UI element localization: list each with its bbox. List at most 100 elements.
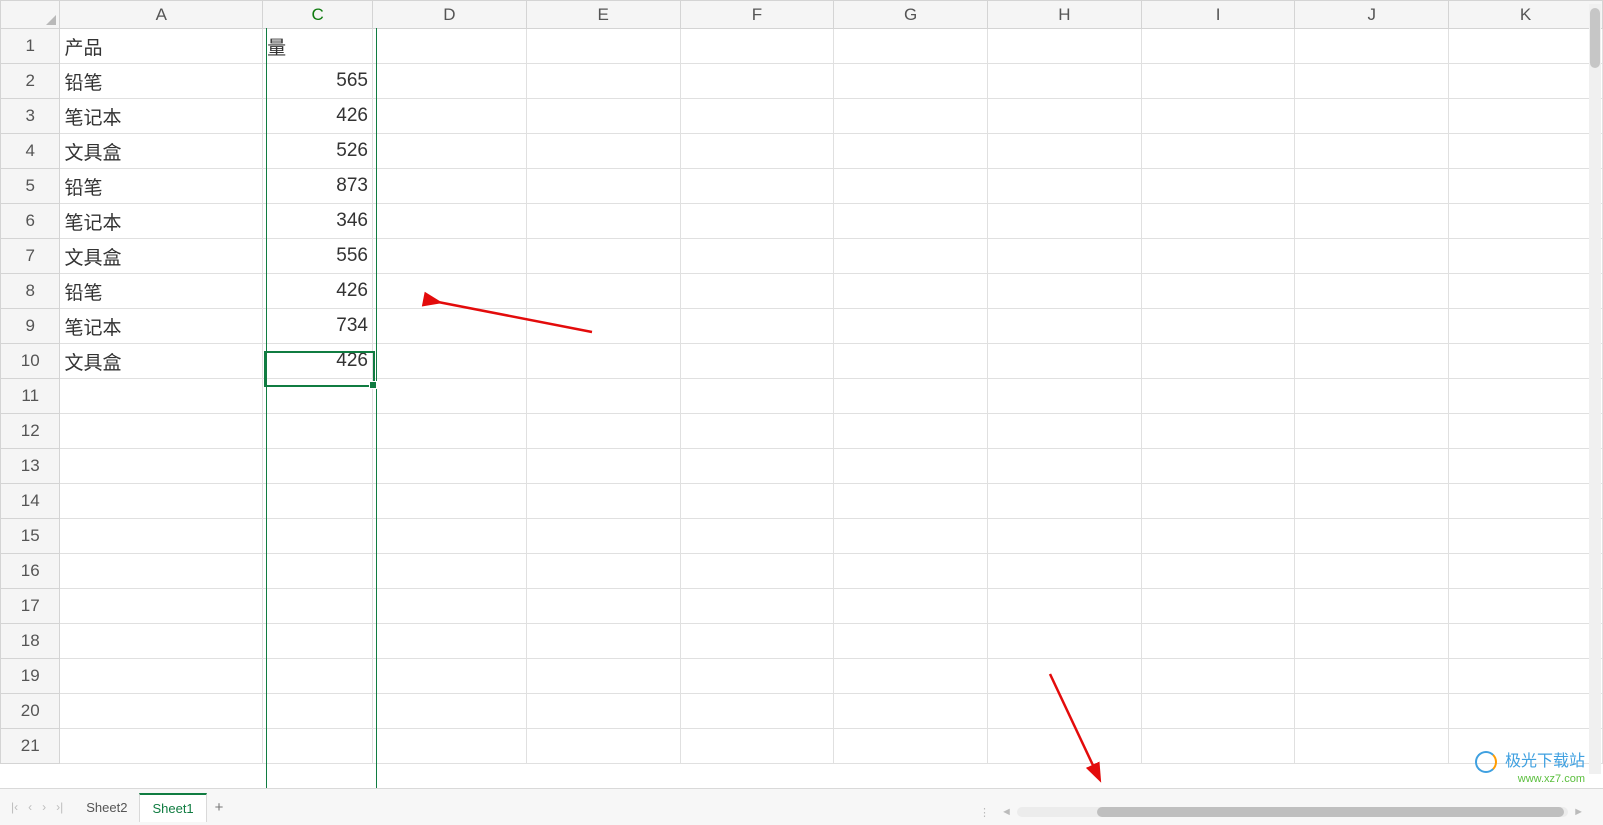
cell-I16[interactable] xyxy=(1141,554,1295,589)
cell-F19[interactable] xyxy=(680,659,834,694)
cell-E10[interactable] xyxy=(526,344,680,379)
row-head-20[interactable]: 20 xyxy=(1,694,60,729)
cell-D3[interactable] xyxy=(373,99,527,134)
cell-K11[interactable] xyxy=(1449,379,1603,414)
col-head-F[interactable]: F xyxy=(680,1,834,29)
col-head-K[interactable]: K xyxy=(1449,1,1603,29)
cell-C3[interactable]: 426 xyxy=(263,99,373,134)
cell-D18[interactable] xyxy=(373,624,527,659)
cell-F15[interactable] xyxy=(680,519,834,554)
cell-K5[interactable] xyxy=(1449,169,1603,204)
cell-H1[interactable] xyxy=(988,29,1142,64)
row-head-1[interactable]: 1 xyxy=(1,29,60,64)
vertical-scroll-thumb[interactable] xyxy=(1590,8,1600,68)
cell-C11[interactable] xyxy=(263,379,373,414)
cell-F21[interactable] xyxy=(680,729,834,764)
cell-E14[interactable] xyxy=(526,484,680,519)
cell-G14[interactable] xyxy=(834,484,988,519)
cell-F9[interactable] xyxy=(680,309,834,344)
cell-K14[interactable] xyxy=(1449,484,1603,519)
cell-H20[interactable] xyxy=(988,694,1142,729)
vertical-scrollbar[interactable] xyxy=(1589,4,1601,774)
row-head-13[interactable]: 13 xyxy=(1,449,60,484)
cell-E2[interactable] xyxy=(526,64,680,99)
cell-G2[interactable] xyxy=(834,64,988,99)
cell-F16[interactable] xyxy=(680,554,834,589)
cell-D10[interactable] xyxy=(373,344,527,379)
cell-J14[interactable] xyxy=(1295,484,1449,519)
cell-J19[interactable] xyxy=(1295,659,1449,694)
cell-K1[interactable] xyxy=(1449,29,1603,64)
row-head-17[interactable]: 17 xyxy=(1,589,60,624)
cell-K16[interactable] xyxy=(1449,554,1603,589)
cell-C12[interactable] xyxy=(263,414,373,449)
row-head-12[interactable]: 12 xyxy=(1,414,60,449)
cell-C18[interactable] xyxy=(263,624,373,659)
tab-sheet2[interactable]: Sheet2 xyxy=(74,794,139,821)
cell-C6[interactable]: 346 xyxy=(263,204,373,239)
row-head-16[interactable]: 16 xyxy=(1,554,60,589)
cell-E15[interactable] xyxy=(526,519,680,554)
cell-J3[interactable] xyxy=(1295,99,1449,134)
cell-K18[interactable] xyxy=(1449,624,1603,659)
cell-G9[interactable] xyxy=(834,309,988,344)
cell-H14[interactable] xyxy=(988,484,1142,519)
cell-E9[interactable] xyxy=(526,309,680,344)
cell-G10[interactable] xyxy=(834,344,988,379)
cell-A6[interactable]: 笔记本 xyxy=(60,204,263,239)
cell-I21[interactable] xyxy=(1141,729,1295,764)
cell-H19[interactable] xyxy=(988,659,1142,694)
cell-E3[interactable] xyxy=(526,99,680,134)
cell-H3[interactable] xyxy=(988,99,1142,134)
cell-F2[interactable] xyxy=(680,64,834,99)
cell-H11[interactable] xyxy=(988,379,1142,414)
horizontal-scrollbar[interactable] xyxy=(1017,807,1568,817)
cell-F13[interactable] xyxy=(680,449,834,484)
cell-A4[interactable]: 文具盒 xyxy=(60,134,263,169)
cell-I4[interactable] xyxy=(1141,134,1295,169)
cell-A8[interactable]: 铅笔 xyxy=(60,274,263,309)
cell-F6[interactable] xyxy=(680,204,834,239)
col-head-D[interactable]: D xyxy=(373,1,527,29)
cell-J4[interactable] xyxy=(1295,134,1449,169)
cell-G13[interactable] xyxy=(834,449,988,484)
cell-J1[interactable] xyxy=(1295,29,1449,64)
cell-I18[interactable] xyxy=(1141,624,1295,659)
cell-I2[interactable] xyxy=(1141,64,1295,99)
row-head-6[interactable]: 6 xyxy=(1,204,60,239)
cell-K8[interactable] xyxy=(1449,274,1603,309)
cell-J18[interactable] xyxy=(1295,624,1449,659)
cell-G15[interactable] xyxy=(834,519,988,554)
cell-A13[interactable] xyxy=(60,449,263,484)
cell-H8[interactable] xyxy=(988,274,1142,309)
cell-C4[interactable]: 526 xyxy=(263,134,373,169)
cell-G8[interactable] xyxy=(834,274,988,309)
cell-K6[interactable] xyxy=(1449,204,1603,239)
cell-H7[interactable] xyxy=(988,239,1142,274)
cell-E13[interactable] xyxy=(526,449,680,484)
cell-D1[interactable] xyxy=(373,29,527,64)
cell-F18[interactable] xyxy=(680,624,834,659)
cell-I12[interactable] xyxy=(1141,414,1295,449)
cell-J9[interactable] xyxy=(1295,309,1449,344)
cell-G21[interactable] xyxy=(834,729,988,764)
cell-F7[interactable] xyxy=(680,239,834,274)
cell-C13[interactable] xyxy=(263,449,373,484)
tab-sheet1[interactable]: Sheet1 xyxy=(139,793,206,822)
cell-H6[interactable] xyxy=(988,204,1142,239)
select-all-corner[interactable] xyxy=(1,1,60,29)
cell-J15[interactable] xyxy=(1295,519,1449,554)
hscroll-split-icon[interactable]: ⋮ xyxy=(979,806,996,819)
cell-D7[interactable] xyxy=(373,239,527,274)
cell-I3[interactable] xyxy=(1141,99,1295,134)
cell-C17[interactable] xyxy=(263,589,373,624)
cell-J21[interactable] xyxy=(1295,729,1449,764)
row-head-5[interactable]: 5 xyxy=(1,169,60,204)
cell-A18[interactable] xyxy=(60,624,263,659)
row-head-7[interactable]: 7 xyxy=(1,239,60,274)
row-head-9[interactable]: 9 xyxy=(1,309,60,344)
cell-G7[interactable] xyxy=(834,239,988,274)
cell-H4[interactable] xyxy=(988,134,1142,169)
cell-F12[interactable] xyxy=(680,414,834,449)
cell-D19[interactable] xyxy=(373,659,527,694)
